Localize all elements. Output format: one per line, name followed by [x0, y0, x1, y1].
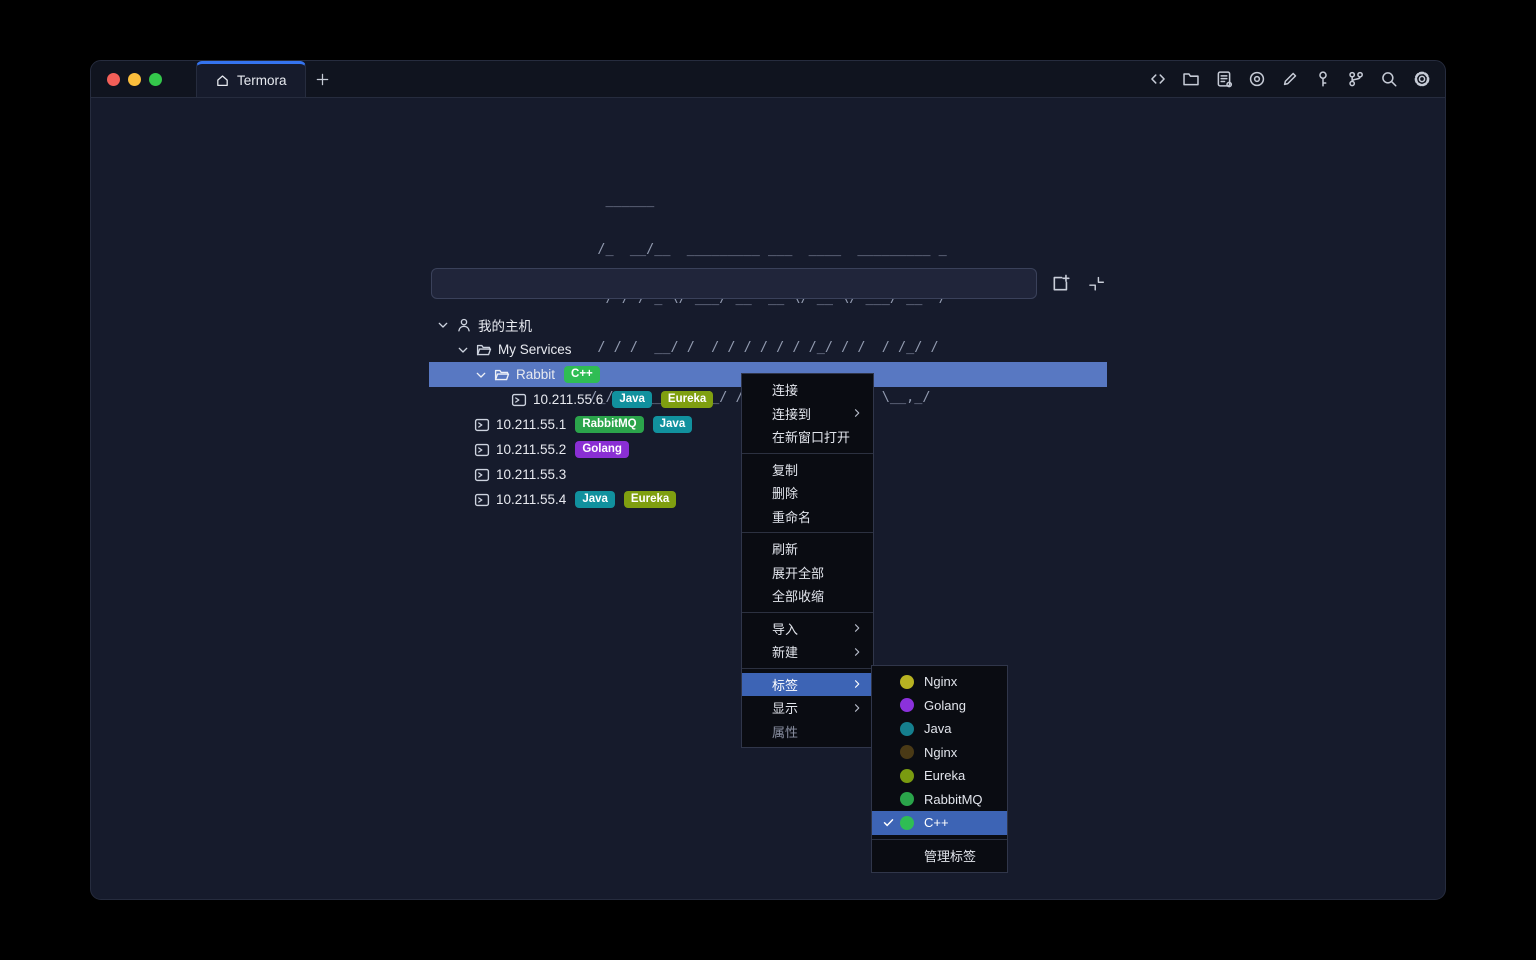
zoom-button[interactable] [149, 73, 162, 86]
tag-color-dot [900, 792, 914, 806]
tree-row-my-services[interactable]: My Services [429, 337, 1107, 362]
terminal-icon [474, 442, 490, 458]
tag-color-dot [900, 816, 914, 830]
log-icon[interactable] [1213, 68, 1235, 90]
branch-icon[interactable] [1345, 68, 1367, 90]
menu-separator [872, 839, 1007, 840]
tag-badge: Java [575, 491, 615, 508]
new-tab-button[interactable] [306, 61, 340, 97]
host-filter-input[interactable] [431, 268, 1037, 299]
tag-option-checked[interactable]: C++ [872, 811, 1007, 835]
chevron-right-icon [850, 645, 864, 659]
tag-option[interactable]: RabbitMQ [872, 788, 1007, 812]
tag-color-dot [900, 769, 914, 783]
menu-item-import[interactable]: 导入 [742, 617, 873, 641]
tree-item-label: 10.211.55.4 [496, 492, 566, 507]
menu-item-open-in-new-window[interactable]: 在新窗口打开 [742, 425, 873, 449]
tree-item-label: My Services [498, 342, 572, 357]
collapse-all-icon[interactable] [1083, 271, 1109, 297]
minimize-button[interactable] [128, 73, 141, 86]
record-icon[interactable] [1246, 68, 1268, 90]
menu-item-expand-all[interactable]: 展开全部 [742, 561, 873, 585]
tag-badge: Golang [575, 441, 629, 458]
tree-item-label: 10.211.55.1 [496, 417, 566, 432]
menu-item-new[interactable]: 新建 [742, 640, 873, 664]
chevron-right-icon [850, 677, 864, 691]
code-icon[interactable] [1147, 68, 1169, 90]
menu-separator [742, 612, 873, 613]
chevron-down-icon[interactable] [435, 317, 451, 333]
ascii-line: /_ __/__ _________ ___ ____ _________ _ [589, 241, 947, 257]
check-icon [882, 816, 900, 829]
tag-option[interactable]: Java [872, 717, 1007, 741]
gear-icon[interactable] [1411, 68, 1433, 90]
search-icon[interactable] [1378, 68, 1400, 90]
home-icon [215, 73, 230, 88]
menu-separator [742, 668, 873, 669]
chevron-right-icon [850, 621, 864, 635]
edit-icon[interactable] [1279, 68, 1301, 90]
tag-badge: C++ [564, 366, 600, 383]
chevron-down-icon[interactable] [455, 342, 471, 358]
add-host-icon[interactable] [1047, 271, 1073, 297]
chevron-right-icon [850, 701, 864, 715]
chevron-right-icon [850, 406, 864, 420]
tag-option[interactable]: Nginx [872, 670, 1007, 694]
tag-badge: Eureka [624, 491, 676, 508]
tree-item-label: Rabbit [516, 367, 555, 382]
tag-color-dot [900, 745, 914, 759]
tag-badge: Eureka [661, 391, 713, 408]
ascii-line: ______ [589, 192, 947, 208]
menu-item-delete[interactable]: 删除 [742, 481, 873, 505]
menu-item-copy[interactable]: 复制 [742, 458, 873, 482]
tree-item-label: 我的主机 [478, 315, 532, 335]
menu-item-rename[interactable]: 重命名 [742, 505, 873, 529]
close-button[interactable] [107, 73, 120, 86]
tag-option[interactable]: Golang [872, 694, 1007, 718]
chevron-down-icon[interactable] [473, 367, 489, 383]
menu-item-connect-to[interactable]: 连接到 [742, 402, 873, 426]
tree-item-label: 10.211.55.6 [533, 392, 603, 407]
terminal-icon [474, 492, 490, 508]
app-window: Termora ______ /_ __/__ _________ ___ [90, 60, 1446, 900]
terminal-icon [474, 467, 490, 483]
menu-separator [742, 453, 873, 454]
tag-option[interactable]: Eureka [872, 764, 1007, 788]
tag-color-dot [900, 698, 914, 712]
search-row [431, 268, 1109, 299]
traffic-lights [91, 61, 182, 97]
terminal-icon [474, 417, 490, 433]
title-bar: Termora [91, 61, 1445, 98]
tag-color-dot [900, 675, 914, 689]
tag-color-dot [900, 722, 914, 736]
menu-item-manage-tags[interactable]: 管理标签 [872, 844, 1007, 868]
toolbar [1147, 61, 1445, 97]
tag-submenu: Nginx Golang Java Nginx Eureka RabbitMQ … [871, 665, 1008, 873]
menu-item-connect[interactable]: 连接 [742, 378, 873, 402]
folder-icon[interactable] [1180, 68, 1202, 90]
tag-badge: RabbitMQ [575, 416, 643, 433]
user-icon [456, 317, 472, 333]
tag-badge: Java [653, 416, 693, 433]
menu-item-properties: 属性 [742, 720, 873, 744]
terminal-icon [511, 392, 527, 408]
menu-item-tags[interactable]: 标签 [742, 673, 873, 697]
menu-item-collapse-all[interactable]: 全部收缩 [742, 584, 873, 608]
menu-separator [742, 532, 873, 533]
tree-row-my-hosts[interactable]: 我的主机 [429, 312, 1107, 337]
menu-item-refresh[interactable]: 刷新 [742, 537, 873, 561]
tree-item-label: 10.211.55.2 [496, 442, 566, 457]
tab-label: Termora [237, 73, 287, 88]
key-icon[interactable] [1312, 68, 1334, 90]
tree-item-label: 10.211.55.3 [496, 467, 566, 482]
menu-item-display[interactable]: 显示 [742, 696, 873, 720]
plus-icon [315, 72, 330, 87]
tag-badge: Java [612, 391, 652, 408]
folder-open-icon [476, 342, 492, 358]
tag-option[interactable]: Nginx [872, 741, 1007, 765]
context-menu: 连接 连接到 在新窗口打开 复制 删除 重命名 刷新 展开全部 全部收缩 导入 … [741, 373, 874, 748]
tab-termora[interactable]: Termora [196, 61, 306, 97]
folder-open-icon [494, 367, 510, 383]
